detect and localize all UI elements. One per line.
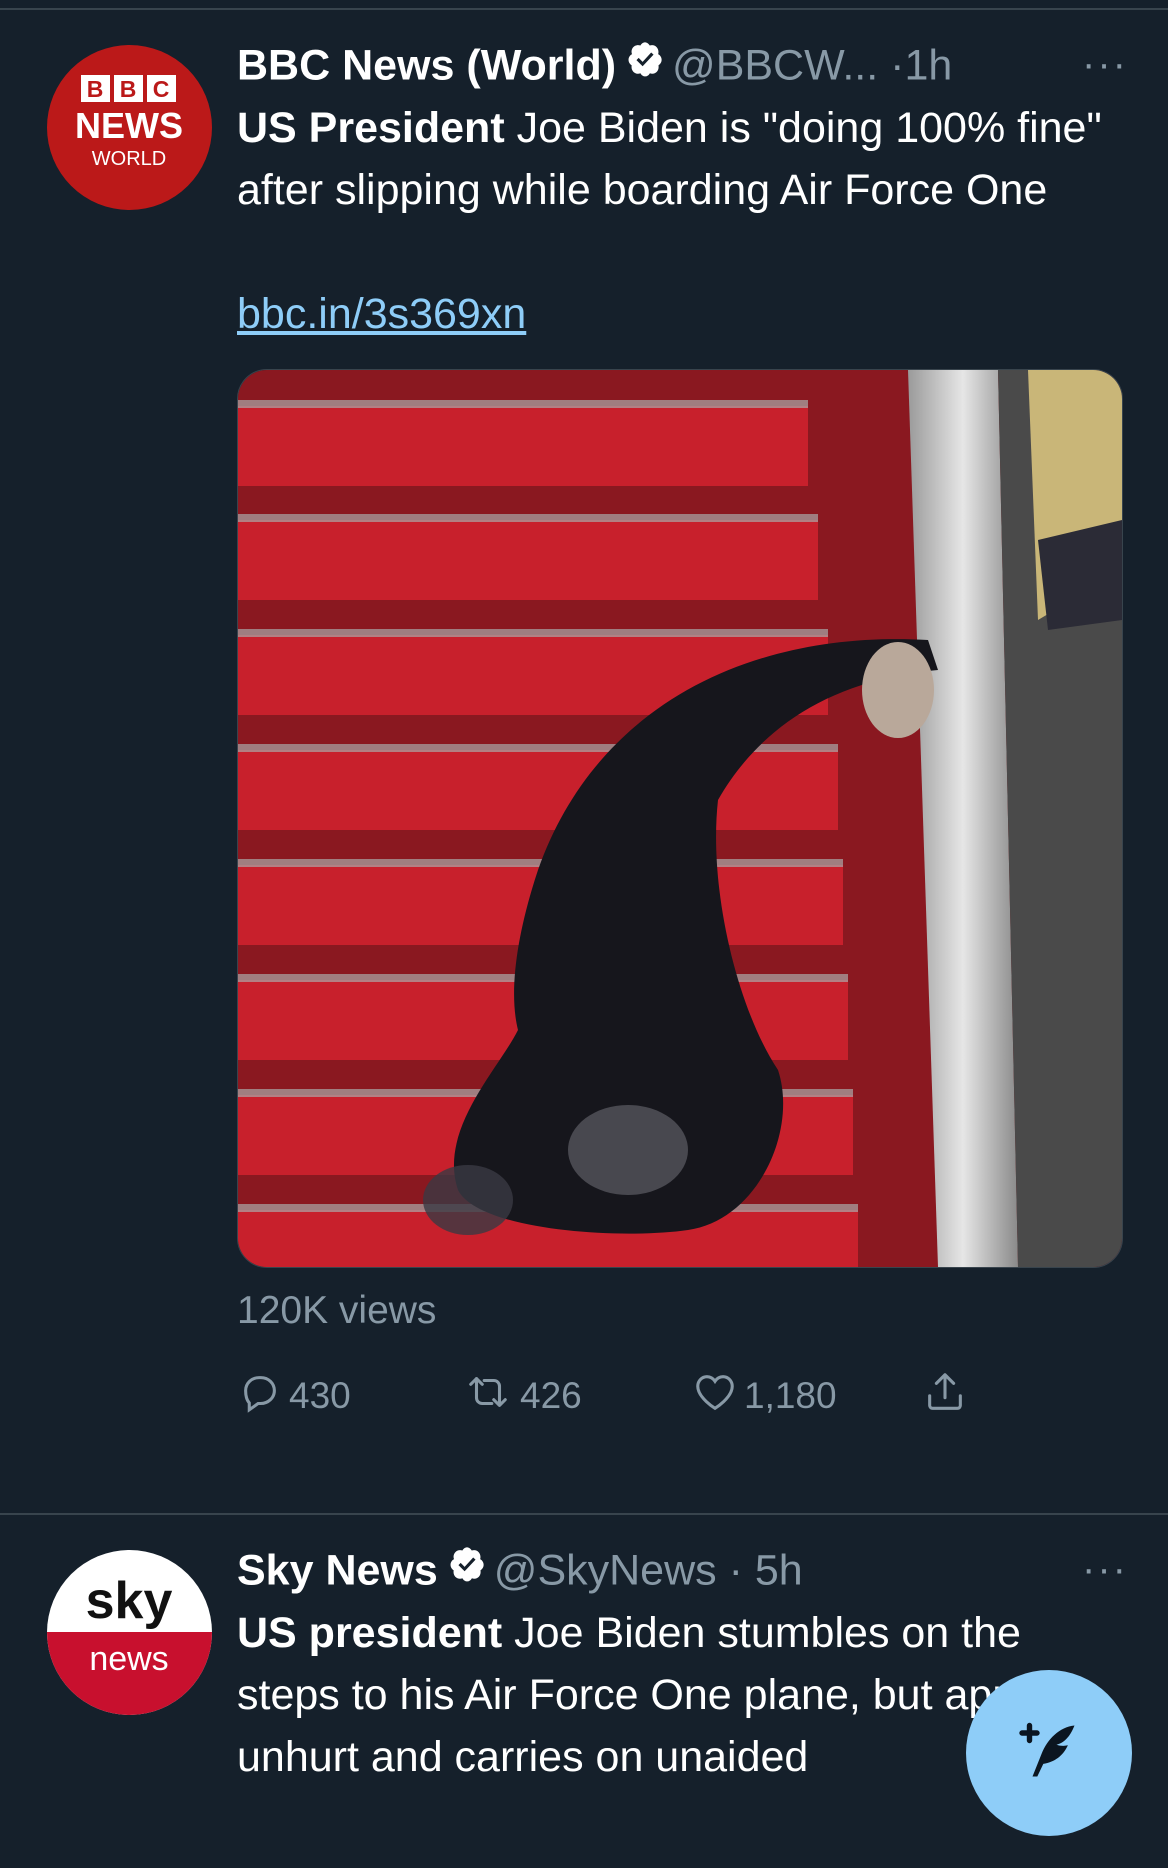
compose-tweet-button[interactable] [966,1670,1132,1836]
separator-dot: · [890,41,905,90]
tweet-video[interactable] [237,369,1123,1268]
avatar-bbc-news-world[interactable]: B B C NEWS WORLD [47,45,212,210]
retweet-count: 426 [520,1375,582,1416]
tweet-content: BBC News (World) @BBCW... ·1h ··· US Pres… [237,35,1128,1426]
tweet-text: US President Joe Biden is "doing 100% fi… [237,97,1128,221]
tweet-text-bold: US President [237,104,505,152]
tweet-time[interactable]: 5h [755,1546,803,1594]
author-name[interactable]: Sky News [237,1546,438,1594]
retweet-icon [462,1369,520,1424]
reply-count: 430 [289,1375,351,1416]
reply-icon [237,1369,289,1424]
verified-badge-icon [626,35,664,93]
more-icon[interactable]: ··· [1082,1540,1128,1598]
reply-button[interactable]: 430 [237,1366,351,1426]
like-icon [692,1369,744,1424]
tweet-bbc[interactable]: B B C NEWS WORLD BBC News (World) @BBCW..… [0,10,1168,1515]
like-count: 1,180 [744,1375,837,1416]
separator-dot: · [728,1546,743,1595]
svg-text:B: B [87,76,104,102]
share-icon [922,1369,974,1424]
like-button[interactable]: 1,180 [692,1366,837,1426]
avatar-text-news: news [89,1640,168,1678]
tweet-header: BBC News (World) @BBCW... ·1h ··· [237,35,1128,93]
tweet-time[interactable]: 1h [904,41,952,89]
svg-text:B: B [120,76,137,102]
svg-text:WORLD: WORLD [92,148,166,170]
tweet-actions: 430 426 1,180 [237,1366,1128,1426]
tweet-text-bold: US president [237,1609,503,1657]
author-handle[interactable]: @SkyNews [494,1546,717,1594]
retweet-button[interactable]: 426 [462,1366,582,1426]
author-name[interactable]: BBC News (World) [237,41,616,89]
avatar-text-sky: sky [86,1572,173,1630]
video-frame [238,370,1122,1267]
view-count: 120K views [237,1289,437,1332]
svg-text:NEWS: NEWS [75,105,183,146]
compose-tweet-icon [1013,1715,1085,1792]
tweet-link[interactable]: bbc.in/3s369xn [237,283,1128,345]
author-handle[interactable]: @BBCW... [672,41,878,89]
share-button[interactable] [922,1366,974,1426]
tweet-header: Sky News @SkyNews · 5h ··· [237,1540,1128,1598]
verified-badge-icon [448,1540,486,1598]
svg-text:C: C [153,76,170,102]
more-icon[interactable]: ··· [1082,35,1128,93]
avatar-sky-news[interactable]: sky news [47,1550,212,1715]
